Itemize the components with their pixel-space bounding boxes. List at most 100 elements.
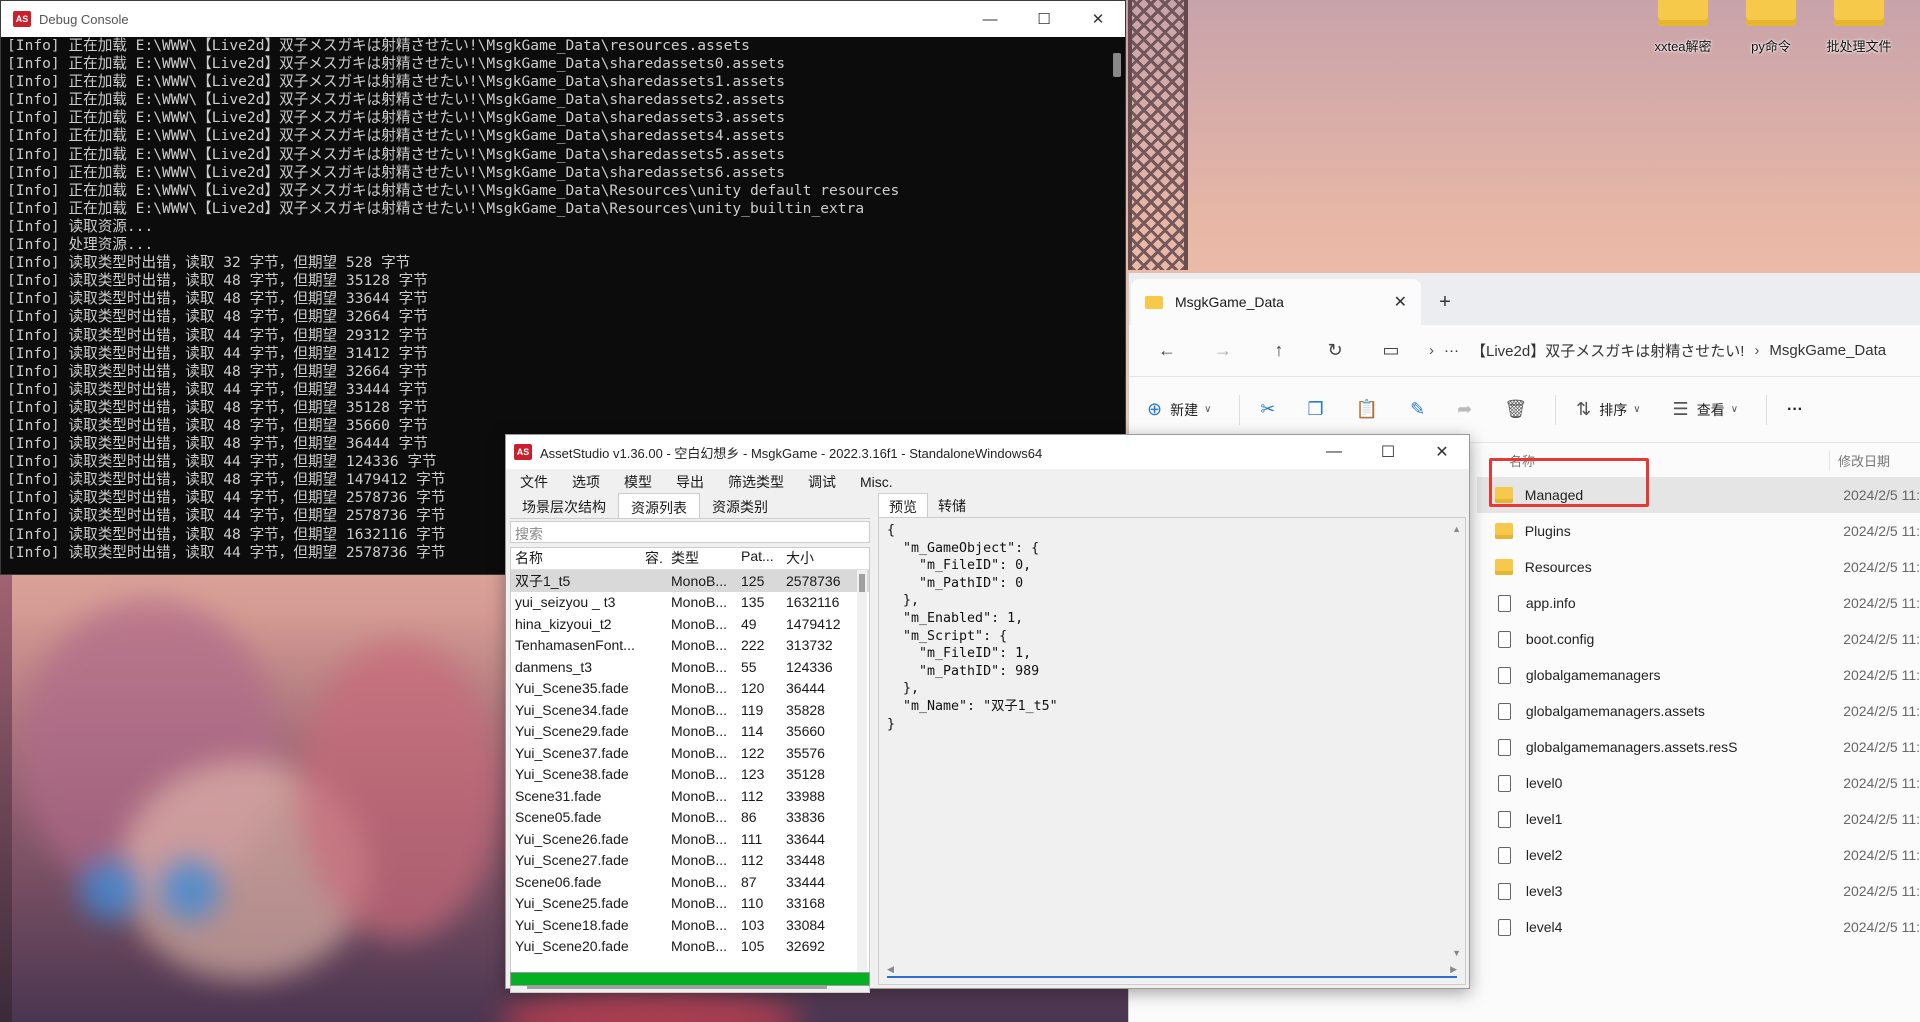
asset-row[interactable]: 双子1_t5 MonoB... 125 2578736 [511,570,869,592]
more-breadcrumb[interactable]: ··· [1444,342,1459,359]
asset-name: yui_seizyou _ t3 [515,594,616,611]
close-button[interactable]: ✕ [1415,435,1469,469]
scroll-up-icon[interactable]: ▲ [1452,524,1461,534]
file-row[interactable]: Resources 2024/2/5 11: [1477,549,1920,585]
scroll-down-icon[interactable]: ▼ [1452,948,1461,958]
asset-row[interactable]: Scene05.fade MonoB... 86 33836 [511,807,869,829]
forward-arrow-icon[interactable]: → [1195,340,1251,361]
asset-row[interactable]: Yui_Scene20.fade MonoB... 105 32692 [511,936,869,958]
console-scrollbar[interactable] [1113,53,1121,77]
back-arrow-icon[interactable]: ← [1139,340,1195,361]
menu-debug[interactable]: 调试 [808,472,836,492]
asset-row[interactable]: Scene06.fade MonoB... 87 33444 [511,871,869,893]
asset-row[interactable]: Yui_Scene29.fade MonoB... 114 35660 [511,721,869,743]
tower-image [1128,0,1188,270]
copy-icon[interactable]: ❐ [1296,392,1336,428]
asset-row[interactable]: Yui_Scene25.fade MonoB... 110 33168 [511,893,869,915]
scroll-right-icon[interactable]: ▶ [1450,964,1457,976]
tab-dump[interactable]: 转储 [928,493,976,517]
file-row[interactable]: globalgamemanagers.assets.resS 2024/2/5 1… [1477,729,1920,765]
assetstudio-window[interactable]: AS AssetStudio v1.36.00 - 空白幻想乡 - MsgkGa… [505,434,1470,993]
close-tab-icon[interactable]: ✕ [1394,292,1407,312]
file-row[interactable]: level0 2024/2/5 11: [1477,765,1920,801]
menu-model[interactable]: 模型 [624,472,652,492]
asset-row[interactable]: Yui_Scene38.fade MonoB... 123 35128 [511,764,869,786]
file-row[interactable]: level1 2024/2/5 11: [1477,801,1920,837]
address-bar[interactable]: ← → ↑ ↻ ▭ › ··· 【Live2d】双子メスガキは射精させたい! ›… [1129,325,1920,377]
more-options-button[interactable]: ··· [1775,392,1815,428]
tab-asset-list[interactable]: 资源列表 [618,493,700,518]
minimize-button[interactable]: — [1307,435,1361,469]
preview-hscroll[interactable]: ◀ ▶ [887,964,1457,978]
assetstudio-titlebar[interactable]: AS AssetStudio v1.36.00 - 空白幻想乡 - MsgkGa… [506,435,1469,469]
asset-row[interactable]: yui_seizyou _ t3 MonoB... 135 1632116 [511,592,869,614]
delete-icon[interactable]: 🗑 [1492,392,1539,428]
console-titlebar[interactable]: AS Debug Console — ☐ ✕ [1,1,1125,37]
asset-name: Yui_Scene35.fade [515,680,629,697]
file-row[interactable]: Plugins 2024/2/5 11: [1477,513,1920,549]
sort-button[interactable]: ⇅ 排序 ∨ [1564,392,1660,428]
asset-row[interactable]: Yui_Scene37.fade MonoB... 122 35576 [511,742,869,764]
file-name: level0 [1525,775,1563,791]
asset-size: 35128 [786,766,825,783]
breadcrumb-live2d[interactable]: 【Live2d】双子メスガキは射精させたい! [1471,340,1744,361]
maximize-button[interactable]: ☐ [1017,1,1071,37]
file-name: level1 [1525,811,1563,827]
menu-filter-type[interactable]: 筛选类型 [728,472,784,492]
preview-area[interactable]: { "m_GameObject": { "m_FileID": 0, "m_Pa… [878,517,1466,985]
search-input[interactable]: 搜索 [510,521,870,543]
minimize-button[interactable]: — [963,1,1017,37]
desktop-icon-batch[interactable]: 批处理文件 [1814,0,1904,55]
tab-preview[interactable]: 预览 [878,493,928,517]
asset-row[interactable]: Yui_Scene34.fade MonoB... 119 35828 [511,699,869,721]
desktop-icon-xxtea[interactable]: xxtea解密 [1638,0,1728,55]
close-button[interactable]: ✕ [1071,1,1125,37]
asset-table-vscroll[interactable] [857,570,867,978]
asset-row[interactable]: Yui_Scene26.fade MonoB... 111 33644 [511,828,869,850]
asset-row[interactable]: TenhamasenFont... MonoB... 222 313732 [511,635,869,657]
column-name[interactable]: 名称 [511,548,641,569]
menu-export[interactable]: 导出 [676,472,704,492]
cut-icon[interactable]: ✂ [1248,392,1287,428]
asset-row[interactable]: hina_kizyoui_t2 MonoB... 49 1479412 [511,613,869,635]
rename-icon[interactable]: ✎ [1398,392,1437,428]
column-size[interactable]: 大小 [782,548,852,569]
desktop-icon-py[interactable]: py命令 [1726,0,1816,55]
monitor-icon[interactable]: ▭ [1363,340,1419,361]
asset-row[interactable]: Yui_Scene18.fade MonoB... 103 33084 [511,914,869,936]
scroll-left-icon[interactable]: ◀ [887,964,894,976]
file-row[interactable]: globalgamemanagers 2024/2/5 11: [1477,657,1920,693]
asset-row[interactable]: Yui_Scene27.fade MonoB... 112 33448 [511,850,869,872]
tab-scene-hierarchy[interactable]: 场景层次结构 [510,493,618,518]
menu-file[interactable]: 文件 [520,472,548,492]
column-type[interactable]: 类型 [667,548,737,569]
file-row[interactable]: level4 2024/2/5 11: [1477,909,1920,945]
new-button[interactable]: ⊕ 新建 ∨ [1135,392,1231,428]
view-button[interactable]: ☰ 查看 ∨ [1661,392,1758,428]
menu-misc[interactable]: Misc. [860,474,893,490]
asset-row[interactable]: danmens_t3 MonoB... 55 124336 [511,656,869,678]
explorer-tab[interactable]: MsgkGame_Data ✕ [1131,279,1421,325]
menu-options[interactable]: 选项 [572,472,600,492]
share-icon[interactable]: ➦ [1445,392,1484,428]
file-row[interactable]: level3 2024/2/5 11: [1477,873,1920,909]
file-row[interactable]: app.info 2024/2/5 11: [1477,585,1920,621]
refresh-icon[interactable]: ↻ [1307,340,1363,361]
column-pathid[interactable]: Pat... [737,548,782,569]
column-date[interactable]: 修改日期 [1829,450,1890,470]
asset-row[interactable]: Scene31.fade MonoB... 112 33988 [511,785,869,807]
up-arrow-icon[interactable]: ↑ [1251,340,1307,361]
paste-icon[interactable]: 📋 [1344,392,1390,428]
asset-name: hina_kizyoui_t2 [515,615,612,632]
asset-row[interactable]: Yui_Scene35.fade MonoB... 120 36444 [511,678,869,700]
column-container[interactable]: 容. [641,548,667,569]
maximize-button[interactable]: ☐ [1361,435,1415,469]
file-row[interactable]: globalgamemanagers.assets 2024/2/5 11: [1477,693,1920,729]
breadcrumb-current[interactable]: MsgkGame_Data [1769,342,1886,359]
new-tab-button[interactable]: + [1421,279,1469,325]
file-name: globalgamemanagers.assets.resS [1525,739,1738,755]
file-row[interactable]: boot.config 2024/2/5 11: [1477,621,1920,657]
file-row[interactable]: level2 2024/2/5 11: [1477,837,1920,873]
asset-pathid: 125 [741,572,765,589]
tab-asset-classes[interactable]: 资源类别 [700,493,780,518]
